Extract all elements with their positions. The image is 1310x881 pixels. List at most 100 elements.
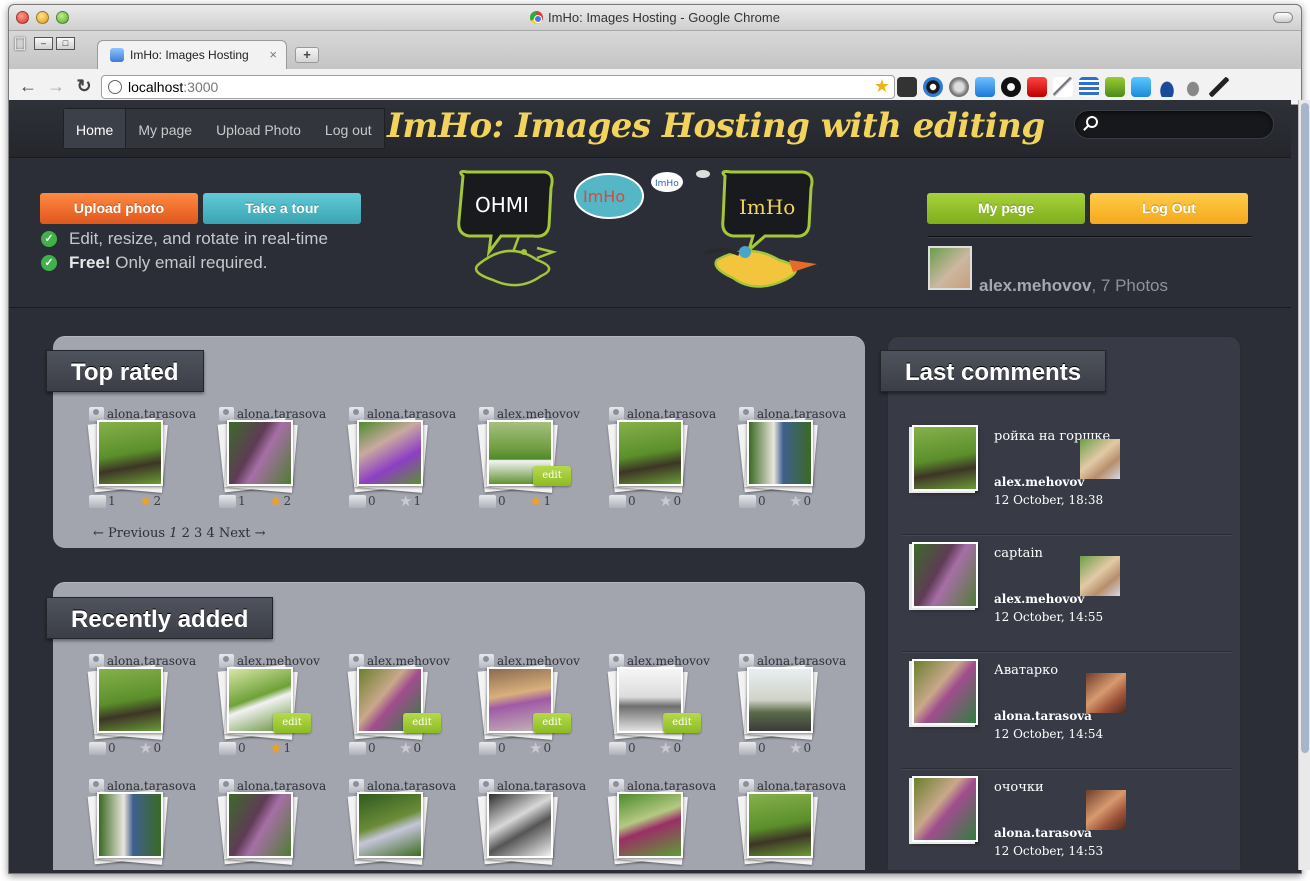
edit-button[interactable]: edit [403,713,441,733]
photo-image[interactable] [97,667,163,733]
nav-my-page[interactable]: My page [126,109,204,148]
star-icon[interactable]: ★ [789,740,802,755]
sprout-extension-icon[interactable] [1105,77,1125,97]
star-icon[interactable]: ★ [789,493,802,508]
star-icon[interactable]: ★ [269,493,282,508]
bookmark-star-icon[interactable]: ★ [874,76,890,97]
minimize-icon[interactable]: – [34,37,53,50]
photo-image[interactable] [227,420,293,486]
photo-thumbnail[interactable] [87,789,168,865]
take-tour-button[interactable]: Take a tour [203,193,361,224]
eyedropper-extension-icon[interactable] [1053,77,1073,97]
photo-image[interactable] [747,420,813,486]
wrench-icon[interactable] [1209,77,1229,97]
avatar[interactable] [1086,673,1126,713]
star-icon[interactable]: ★ [139,740,152,755]
apple-icon[interactable]:  [9,33,31,55]
octocat-extension-icon[interactable] [897,77,917,97]
photo-thumbnail[interactable] [607,789,688,865]
comment-author[interactable]: alona.tarasova [994,709,1092,723]
star-icon[interactable]: ★ [399,493,412,508]
list-extension-icon[interactable] [1079,77,1099,97]
photo-thumbnail[interactable] [737,789,818,865]
comment-author[interactable]: alex.mehovov [994,592,1084,606]
photo-thumbnail[interactable] [217,417,298,493]
my-page-button[interactable]: My page [927,193,1085,224]
address-bar[interactable]: localhost:3000 ★ [101,75,895,99]
page-link-3[interactable]: 3 [194,526,202,541]
avatar[interactable] [1080,556,1120,596]
edit-button[interactable]: edit [533,713,571,733]
reload-icon[interactable]: ↻ [73,76,95,97]
restore-icon[interactable]: □ [56,37,75,50]
comment-author[interactable]: alona.tarasova [994,826,1092,840]
comment-photo[interactable] [912,542,978,608]
photo-thumbnail[interactable] [87,417,168,493]
comment-photo[interactable] [912,659,978,725]
a-extension-icon[interactable] [1131,77,1151,97]
photo-image[interactable] [357,420,423,486]
tab-imho[interactable]: ImHo: Images Hosting × [97,40,287,70]
star-icon[interactable]: ★ [269,740,282,755]
photo-image[interactable] [487,792,553,858]
avatar[interactable] [928,246,972,290]
star-icon[interactable]: ★ [529,493,542,508]
gmail-extension-icon[interactable] [1027,77,1047,97]
photo-image[interactable] [357,792,423,858]
photo-thumbnail[interactable] [737,664,818,740]
gear-extension-icon[interactable] [1001,77,1021,97]
tab-close-icon[interactable]: × [269,47,277,62]
comment-photo[interactable] [912,776,978,842]
photo-image[interactable] [97,792,163,858]
color-extension-icon[interactable] [923,77,943,97]
star-icon[interactable]: ★ [529,740,542,755]
photo-image[interactable] [617,420,683,486]
drop-extension-icon[interactable] [1183,77,1203,97]
page-link-2[interactable]: 2 [182,526,190,541]
photo-image[interactable] [747,667,813,733]
star-icon[interactable]: ★ [659,493,672,508]
edit-button[interactable]: edit [663,713,701,733]
search-input[interactable] [1103,115,1263,135]
avatar[interactable] [1086,790,1126,830]
top-navigation: Home My page Upload Photo Log out ImHo: … [9,100,1291,158]
nav-log-out[interactable]: Log out [313,109,384,148]
forward-arrow-icon[interactable]: → [45,76,67,97]
photo-thumbnail[interactable] [737,417,818,493]
page-link-4[interactable]: 4 [206,526,214,541]
settings-extension-icon[interactable] [949,77,969,97]
back-arrow-icon[interactable]: ← [17,76,39,97]
previous-link[interactable]: ← Previous [93,526,165,541]
photo-thumbnail[interactable] [347,789,428,865]
edit-button[interactable]: edit [533,466,571,486]
star-icon[interactable]: ★ [399,740,412,755]
site-brand-title[interactable]: ImHo: Images Hosting with editing [387,106,1045,146]
photo-thumbnail[interactable] [477,789,558,865]
photo-image[interactable] [747,792,813,858]
cloud-extension-icon[interactable] [1157,77,1177,97]
upload-photo-button[interactable]: Upload photo [40,193,198,224]
photo-image[interactable] [617,792,683,858]
dropbox-extension-icon[interactable] [975,77,995,97]
star-icon[interactable]: ★ [139,493,152,508]
photo-thumbnail[interactable] [87,664,168,740]
nav-home[interactable]: Home [64,109,127,148]
next-link[interactable]: Next → [219,526,266,541]
photo-thumbnail[interactable] [217,789,298,865]
toolbar-toggle-button[interactable] [1273,12,1293,23]
photo-thumbnail[interactable] [607,417,688,493]
nav-upload-photo[interactable]: Upload Photo [204,109,313,148]
page-scrollbar[interactable] [1298,100,1310,870]
comment-author[interactable]: alex.mehovov [994,475,1084,489]
avatar[interactable] [1080,439,1120,479]
log-out-button[interactable]: Log Out [1090,193,1248,224]
photo-image[interactable] [97,420,163,486]
new-tab-button[interactable]: + [295,47,319,63]
comment-photo[interactable] [912,425,978,491]
photo-thumbnail[interactable] [347,417,428,493]
edit-button[interactable]: edit [273,713,311,733]
search-box[interactable] [1074,110,1274,139]
scrollbar-thumb[interactable] [1301,103,1309,753]
star-icon[interactable]: ★ [659,740,672,755]
photo-image[interactable] [227,792,293,858]
